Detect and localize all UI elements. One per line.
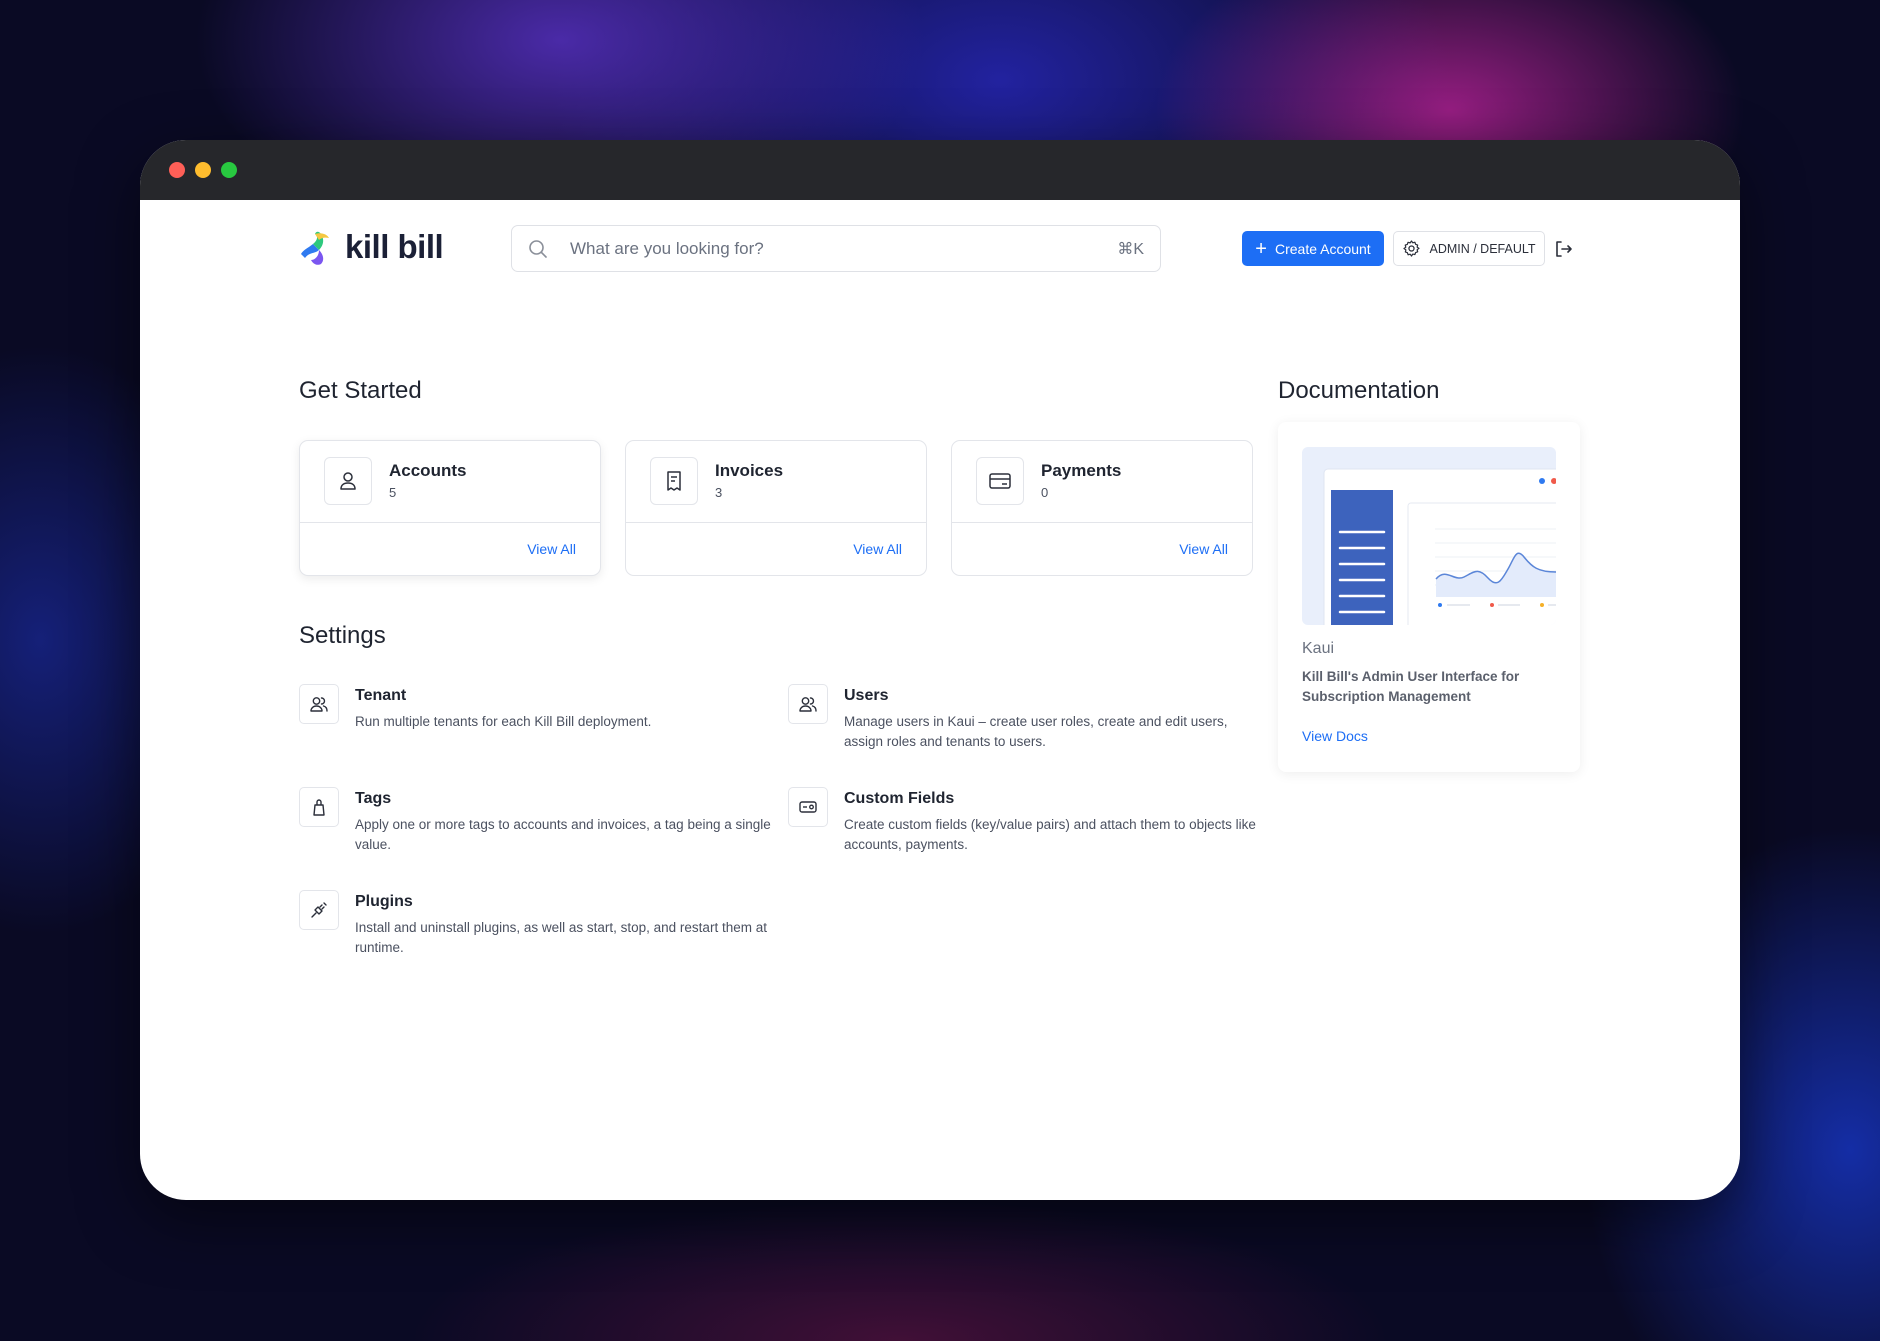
logo[interactable]: kill bill: [299, 228, 444, 266]
page-content: kill bill What are you looking for? ⌘K +…: [140, 200, 1740, 1200]
setting-title: Custom Fields: [844, 790, 955, 807]
kaui-preview-image: [1302, 447, 1556, 625]
card-count: 5: [389, 485, 397, 500]
card-count: 0: [1041, 485, 1049, 500]
setting-description: Install and uninstall plugins, as well a…: [355, 920, 767, 955]
card-title: Invoices: [715, 461, 784, 480]
payments-card[interactable]: Payments 0 View All: [951, 440, 1253, 576]
plus-icon: +: [1255, 237, 1267, 260]
setting-title: Tenant: [355, 687, 407, 704]
custom-field-icon: [788, 787, 828, 827]
create-account-label: Create Account: [1274, 240, 1371, 257]
invoices-card[interactable]: Invoices 3 View All: [625, 440, 927, 576]
credit-card-icon: [976, 457, 1024, 505]
accounts-card[interactable]: Accounts 5 View All: [299, 440, 601, 576]
setting-title: Plugins: [355, 893, 413, 910]
divider: [300, 522, 600, 523]
card-count: 3: [715, 485, 723, 500]
settings-heading: Settings: [299, 622, 386, 649]
setting-description: Run multiple tenants for each Kill Bill …: [355, 714, 652, 729]
browser-window: kill bill What are you looking for? ⌘K +…: [140, 140, 1740, 1200]
get-started-heading: Get Started: [299, 377, 422, 404]
view-all-payments-link[interactable]: View All: [1179, 541, 1228, 557]
logout-icon[interactable]: [1553, 239, 1573, 259]
gear-icon: [1403, 240, 1421, 257]
search-bar[interactable]: What are you looking for? ⌘K: [511, 225, 1161, 272]
search-icon: [529, 239, 547, 258]
create-account-button[interactable]: + Create Account: [1242, 231, 1384, 266]
logo-icon: [301, 231, 329, 265]
users-icon: [788, 684, 828, 724]
setting-description: Create custom fields (key/value pairs) a…: [844, 817, 1256, 852]
doc-description: Kill Bill's Admin User Interface for Sub…: [1302, 669, 1520, 704]
close-window-button[interactable]: [169, 162, 185, 178]
search-shortcut: ⌘K: [1117, 240, 1144, 258]
receipt-icon: [650, 457, 698, 505]
tenant-settings-button[interactable]: ADMIN / DEFAULT: [1393, 231, 1545, 266]
tag-icon: [299, 787, 339, 827]
view-all-invoices-link[interactable]: View All: [853, 541, 902, 557]
setting-description: Apply one or more tags to accounts and i…: [355, 817, 771, 852]
view-docs-link[interactable]: View Docs: [1302, 728, 1368, 744]
divider: [952, 522, 1252, 523]
documentation-card[interactable]: Kaui Kill Bill's Admin User Interface fo…: [1278, 422, 1580, 772]
card-title: Payments: [1041, 461, 1122, 480]
divider: [626, 522, 926, 523]
view-all-accounts-link[interactable]: View All: [527, 541, 576, 557]
tenant-label: ADMIN / DEFAULT: [1429, 241, 1536, 256]
search-input[interactable]: What are you looking for?: [570, 239, 1117, 259]
users-icon: [299, 684, 339, 724]
window-titlebar: [140, 140, 1740, 200]
user-icon: [324, 457, 372, 505]
plug-icon: [299, 890, 339, 930]
setting-description: Manage users in Kaui – create user roles…: [844, 714, 1228, 749]
logo-text: kill bill: [345, 228, 444, 265]
maximize-window-button[interactable]: [221, 162, 237, 178]
documentation-heading: Documentation: [1278, 377, 1440, 404]
setting-title: Users: [844, 687, 889, 704]
minimize-window-button[interactable]: [195, 162, 211, 178]
card-title: Accounts: [389, 461, 467, 480]
doc-name: Kaui: [1302, 640, 1335, 657]
setting-title: Tags: [355, 790, 392, 807]
